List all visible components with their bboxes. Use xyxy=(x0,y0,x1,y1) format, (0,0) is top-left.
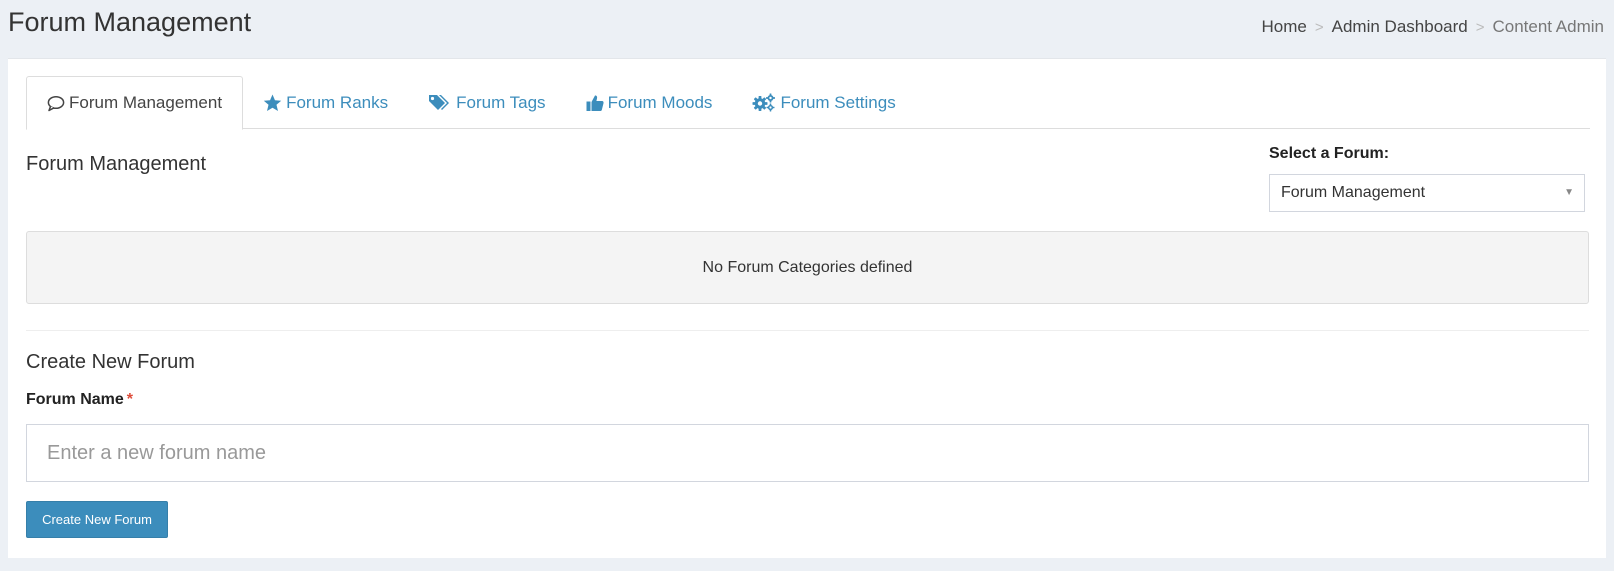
star-icon xyxy=(263,93,282,112)
breadcrumb-separator: > xyxy=(1314,18,1324,36)
page-title: Forum Management xyxy=(8,7,252,37)
create-forum-title: Create New Forum xyxy=(26,351,195,373)
tab-forum-management[interactable]: Forum Management xyxy=(26,76,244,130)
tab-label: Forum Settings xyxy=(780,92,896,112)
breadcrumb-admin-dashboard[interactable]: Admin Dashboard xyxy=(1332,17,1468,37)
breadcrumb: Home > Admin Dashboard > Content Admin xyxy=(1262,17,1604,37)
breadcrumb-home[interactable]: Home xyxy=(1262,17,1307,37)
tab-label: Forum Moods xyxy=(607,92,713,112)
tab-forum-tags[interactable]: Forum Tags xyxy=(408,76,565,129)
tab-forum-ranks[interactable]: Forum Ranks xyxy=(243,76,408,129)
empty-categories-message: No Forum Categories defined xyxy=(702,258,913,276)
tab-forum-settings[interactable]: Forum Settings xyxy=(732,76,915,129)
tab-label: Forum Tags xyxy=(456,92,546,112)
forum-name-input[interactable] xyxy=(26,424,1589,482)
required-marker: * xyxy=(126,391,134,408)
forum-select[interactable]: Forum Management ▼ xyxy=(1269,174,1585,212)
tab-label: Forum Management xyxy=(69,93,223,112)
empty-categories-callout: No Forum Categories defined xyxy=(26,231,1589,304)
forum-name-label: Forum Name * xyxy=(26,391,133,409)
thumbs-up-icon xyxy=(586,94,604,112)
create-forum-button[interactable]: Create New Forum xyxy=(26,501,168,538)
breadcrumb-separator: > xyxy=(1475,18,1485,36)
page-header: Forum Management Home > Admin Dashboard … xyxy=(0,0,1614,58)
tab-bar: Forum Management Forum Ranks Forum Tags … xyxy=(26,76,1590,130)
forum-name-label-text: Forum Name xyxy=(26,391,124,408)
caret-down-icon: ▼ xyxy=(1564,187,1574,198)
divider xyxy=(26,330,1589,331)
tab-label: Forum Ranks xyxy=(286,92,389,112)
select-forum-label: Select a Forum: xyxy=(1269,145,1390,162)
content-box: Forum Management Forum Ranks Forum Tags … xyxy=(8,58,1606,558)
breadcrumb-content-admin: Content Admin xyxy=(1492,17,1604,36)
tab-forum-moods[interactable]: Forum Moods xyxy=(566,76,733,129)
section-title: Forum Management xyxy=(26,153,207,175)
forum-select-value: Forum Management xyxy=(1281,184,1426,201)
tags-icon xyxy=(428,94,452,112)
comment-icon xyxy=(47,95,65,112)
cogs-icon xyxy=(752,93,776,112)
